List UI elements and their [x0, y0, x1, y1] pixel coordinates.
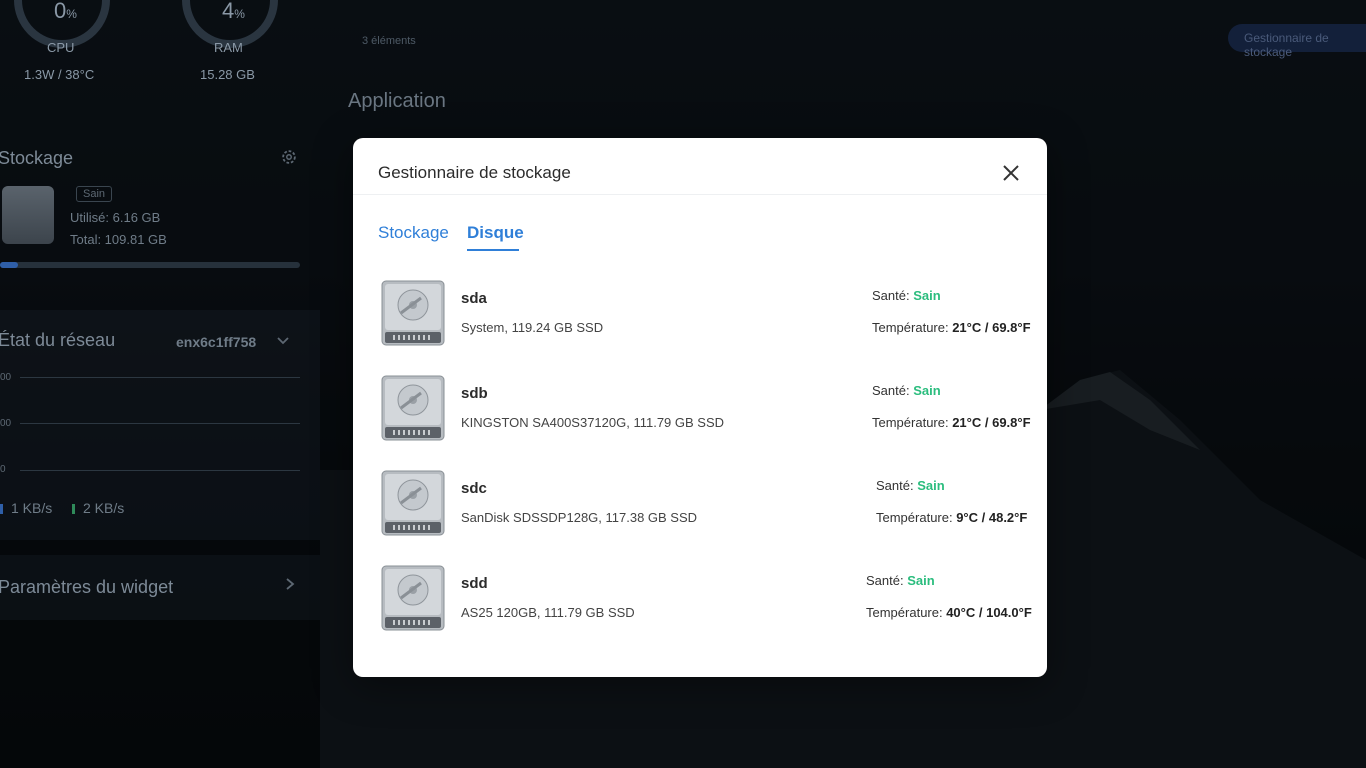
disk-temperature: Température: 9°C / 48.2°F	[876, 510, 1028, 525]
disk-health: Santé: Sain	[872, 383, 941, 398]
disk-row-sdb[interactable]: sdb KINGSTON SA400S37120G, 111.79 GB SSD…	[378, 373, 1031, 443]
widget-settings-label: Paramètres du widget	[0, 577, 174, 597]
disk-temperature: Température: 21°C / 69.8°F	[872, 415, 1031, 430]
ram-label: RAM	[214, 40, 243, 55]
download-legend: 2 KB/s	[72, 500, 124, 516]
storage-total: Total: 109.81 GB	[70, 232, 167, 247]
upload-legend: 1 KB/s	[0, 500, 52, 516]
axis-label: 00	[0, 372, 12, 383]
storage-usage-bar	[0, 262, 300, 268]
tab-disque[interactable]: Disque	[467, 223, 524, 243]
hard-drive-icon	[381, 375, 445, 441]
disk-health: Santé: Sain	[866, 573, 935, 588]
health-status: Sain	[907, 573, 935, 588]
chevron-right-icon	[286, 578, 295, 590]
disk-description: SanDisk SDSSDP128G, 117.38 GB SSD	[461, 510, 698, 525]
disk-description: System, 119.24 GB SSD	[461, 320, 604, 335]
health-status: Sain	[913, 288, 941, 303]
chart-gridline	[20, 377, 300, 378]
temperature-value: 21°C / 69.8°F	[952, 320, 1031, 335]
disk-name: sdb	[461, 385, 488, 402]
chevron-down-icon[interactable]	[276, 334, 290, 348]
storage-disk-icon	[2, 186, 54, 244]
ram-value: 4%	[222, 0, 245, 23]
hard-drive-icon	[381, 470, 445, 536]
axis-label: 0	[0, 464, 6, 475]
ram-sub: 15.28 GB	[200, 67, 255, 82]
axis-label: 00	[0, 418, 12, 429]
widget-settings-link[interactable]: Paramètres du widget	[0, 555, 320, 620]
network-interface-select[interactable]: enx6c1ff758	[176, 334, 256, 350]
disk-name: sdc	[461, 480, 487, 497]
hard-drive-icon	[381, 565, 445, 631]
chart-gridline	[20, 423, 300, 424]
resource-gauges-widget: 0% CPU 1.3W / 38°C 4% RAM 15.28 GB	[0, 0, 320, 120]
storage-status-badge: Sain	[76, 186, 113, 202]
disk-health: Santé: Sain	[876, 478, 945, 493]
temperature-value: 9°C / 48.2°F	[956, 510, 1028, 525]
cpu-value: 0%	[54, 0, 77, 23]
storage-used: Utilisé: 6.16 GB	[70, 210, 161, 225]
disk-row-sdd[interactable]: sdd AS25 120GB, 111.79 GB SSD Santé: Sai…	[378, 563, 1032, 633]
storage-widget: Stockage Sain Utilisé: 6.16 GB Total: 10…	[0, 130, 320, 290]
cpu-label: CPU	[47, 40, 75, 55]
disk-temperature: Température: 40°C / 104.0°F	[866, 605, 1032, 620]
health-status: Sain	[913, 383, 941, 398]
disk-row-sda[interactable]: sda System, 119.24 GB SSD Santé: Sain Te…	[378, 278, 1031, 348]
network-widget-title: État du réseau	[0, 330, 116, 350]
hard-drive-icon	[381, 280, 445, 346]
disk-temperature: Température: 21°C / 69.8°F	[872, 320, 1031, 335]
temperature-value: 40°C / 104.0°F	[946, 605, 1032, 620]
dialog-header: Gestionnaire de stockage	[353, 138, 1047, 195]
disk-description: KINGSTON SA400S37120G, 111.79 GB SSD	[461, 415, 725, 430]
storage-widget-title: Stockage	[0, 148, 74, 168]
disk-health: Santé: Sain	[872, 288, 941, 303]
upload-legend-swatch	[0, 504, 3, 514]
disk-name: sda	[461, 290, 487, 307]
dialog-title: Gestionnaire de stockage	[378, 163, 571, 182]
active-tab-indicator	[467, 249, 519, 251]
download-legend-swatch	[72, 504, 75, 514]
items-count: 3 éléments	[362, 35, 416, 47]
tab-stockage[interactable]: Stockage	[378, 223, 449, 243]
application-section-title: Application	[348, 90, 446, 112]
storage-manager-button[interactable]: Gestionnaire de stockage	[1228, 24, 1366, 59]
close-icon[interactable]	[1001, 163, 1021, 183]
storage-manager-dialog: Gestionnaire de stockage Stockage Disque…	[353, 138, 1047, 677]
storage-usage-fill	[0, 262, 18, 268]
chart-gridline	[20, 470, 300, 471]
disk-name: sdd	[461, 575, 488, 592]
health-status: Sain	[917, 478, 945, 493]
temperature-value: 21°C / 69.8°F	[952, 415, 1031, 430]
disk-description: AS25 120GB, 111.79 GB SSD	[461, 605, 635, 620]
gear-icon[interactable]	[280, 148, 298, 166]
cpu-sub: 1.3W / 38°C	[24, 67, 95, 82]
disk-row-sdc[interactable]: sdc SanDisk SDSSDP128G, 117.38 GB SSD Sa…	[378, 468, 1027, 538]
network-widget: État du réseau enx6c1ff758 00 00 0 1 KB/…	[0, 310, 320, 540]
